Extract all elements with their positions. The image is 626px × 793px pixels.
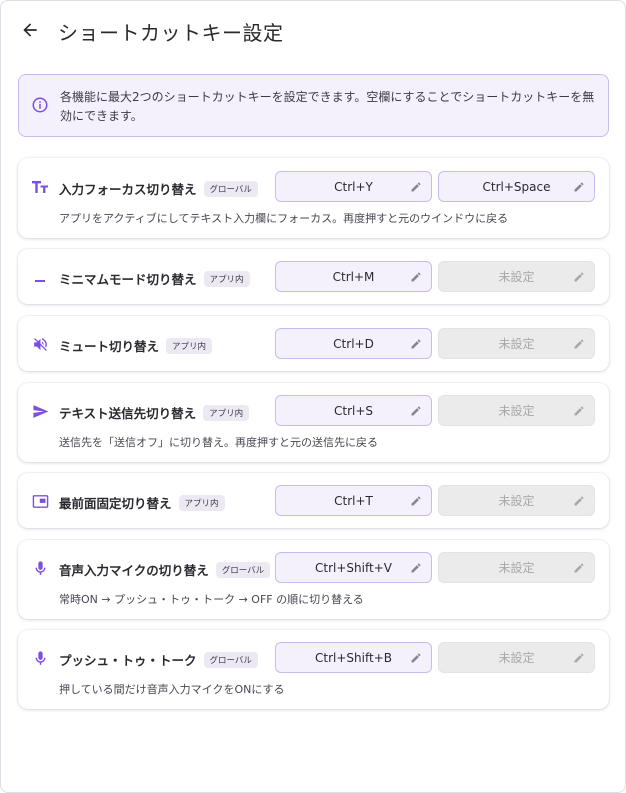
shortcut-key-2-field[interactable]: 未設定 (438, 395, 595, 426)
row-label: 音声入力マイクの切り替え グローバル (59, 560, 271, 579)
row-label: 最前面固定切り替え アプリ内 (59, 493, 225, 512)
info-text: 各機能に最大2つのショートカットキーを設定できます。空欄にすることでショートカッ… (60, 90, 595, 123)
row-label-text: テキスト送信先切り替え (59, 406, 197, 421)
pencil-icon[interactable] (573, 562, 585, 574)
shortcut-key-text: 未設定 (498, 494, 535, 508)
shortcut-row-mute: ミュート切り替え アプリ内 Ctrl+D 未設定 (18, 316, 609, 371)
scope-badge: グローバル (215, 562, 271, 578)
row-label-text: ミニマムモード切り替え (59, 272, 197, 287)
shortcut-key-text: 未設定 (498, 651, 535, 665)
pencil-icon[interactable] (410, 181, 422, 193)
volume-off-icon (30, 334, 50, 354)
shortcut-key-text: 未設定 (498, 404, 535, 418)
pencil-icon[interactable] (410, 652, 422, 664)
shortcut-key-2-field[interactable]: 未設定 (438, 642, 595, 673)
row-description: 常時ON → プッシュ・トゥ・トーク → OFF の順に切り替える (59, 593, 364, 606)
scope-badge: アプリ内 (166, 338, 213, 354)
shortcut-key-text: Ctrl+D (333, 336, 374, 351)
shortcut-key-text: 未設定 (498, 337, 535, 351)
pencil-icon[interactable] (573, 338, 585, 350)
pencil-icon[interactable] (410, 495, 422, 507)
shortcut-key-2-field[interactable]: Ctrl+Space (438, 171, 595, 202)
shortcut-key-text: Ctrl+Shift+V (315, 560, 392, 575)
page-title: ショートカットキー設定 (58, 21, 284, 45)
row-label-text: プッシュ・トゥ・トーク (59, 653, 197, 668)
pencil-icon[interactable] (410, 338, 422, 350)
shortcut-key-2-field[interactable]: 未設定 (438, 485, 595, 516)
shortcut-key-1-field[interactable]: Ctrl+S (275, 395, 432, 426)
microphone-icon (30, 558, 50, 578)
pencil-icon[interactable] (573, 652, 585, 664)
text-size-icon (30, 177, 50, 197)
shortcut-row-push-to-talk: プッシュ・トゥ・トーク グローバル Ctrl+Shift+B 未設定 押している間… (18, 630, 609, 709)
pencil-icon[interactable] (573, 405, 585, 417)
row-label-text: 最前面固定切り替え (59, 496, 172, 511)
scope-badge: アプリ内 (203, 271, 250, 287)
row-label: テキスト送信先切り替え アプリ内 (59, 403, 250, 422)
row-label-text: 入力フォーカス切り替え (59, 182, 197, 197)
pencil-icon[interactable] (410, 405, 422, 417)
shortcut-key-2-field[interactable]: 未設定 (438, 552, 595, 583)
shortcut-key-text: Ctrl+Y (334, 179, 373, 194)
shortcut-key-2-field[interactable]: 未設定 (438, 261, 595, 292)
info-banner: 各機能に最大2つのショートカットキーを設定できます。空欄にすることでショートカッ… (18, 74, 609, 137)
pencil-icon[interactable] (410, 562, 422, 574)
row-label-text: 音声入力マイクの切り替え (59, 563, 209, 578)
shortcut-key-1-field[interactable]: Ctrl+T (275, 485, 432, 516)
shortcut-key-1-field[interactable]: Ctrl+Y (275, 171, 432, 202)
shortcut-key-1-field[interactable]: Ctrl+D (275, 328, 432, 359)
shortcut-key-text: Ctrl+S (333, 403, 374, 418)
arrow-left-icon (23, 23, 37, 37)
scope-badge: グローバル (203, 181, 258, 197)
shortcut-row-always-on-top: 最前面固定切り替え アプリ内 Ctrl+T 未設定 (18, 473, 609, 528)
info-icon (32, 97, 48, 113)
shortcut-key-text: Ctrl+M (332, 269, 375, 284)
pencil-icon[interactable] (573, 495, 585, 507)
row-label: プッシュ・トゥ・トーク グローバル (59, 650, 258, 669)
shortcut-key-2-field[interactable]: 未設定 (438, 328, 595, 359)
shortcut-key-text: Ctrl+Space (482, 179, 551, 194)
scope-badge: アプリ内 (203, 405, 250, 421)
send-icon (30, 401, 50, 421)
pencil-icon[interactable] (410, 271, 422, 283)
row-description: 押している間だけ音声入力マイクをONにする (59, 683, 285, 696)
row-label: ミニマムモード切り替え アプリ内 (59, 269, 250, 288)
shortcut-key-1-field[interactable]: Ctrl+Shift+V (275, 552, 432, 583)
shortcut-key-1-field[interactable]: Ctrl+M (275, 261, 432, 292)
shortcut-row-mic-toggle: 音声入力マイクの切り替え グローバル Ctrl+Shift+V 未設定 常時ON … (18, 540, 609, 619)
row-label: 入力フォーカス切り替え グローバル (59, 179, 258, 198)
row-description: 送信先を「送信オフ」に切り替え。再度押すと元の送信先に戻る (59, 436, 378, 449)
shortcut-key-text: Ctrl+T (334, 493, 373, 508)
pencil-icon[interactable] (573, 181, 585, 193)
row-description: アプリをアクティブにしてテキスト入力欄にフォーカス。再度押すと元のウインドウに戻… (59, 212, 509, 225)
shortcut-row-input-focus: 入力フォーカス切り替え グローバル Ctrl+Y Ctrl+Space アプリをア… (18, 158, 609, 238)
shortcut-row-minimum-mode: ミニマムモード切り替え アプリ内 Ctrl+M 未設定 (18, 249, 609, 304)
shortcut-row-text-destination: テキスト送信先切り替え アプリ内 Ctrl+S 未設定 送信先を「送信オフ」に切り… (18, 383, 609, 462)
microphone-icon (30, 648, 50, 668)
shortcut-key-text: Ctrl+Shift+B (315, 650, 392, 665)
shortcut-key-1-field[interactable]: Ctrl+Shift+B (275, 642, 432, 673)
minimize-icon (30, 267, 50, 287)
row-label-text: ミュート切り替え (59, 339, 160, 354)
header: ショートカットキー設定 (1, 1, 625, 59)
picture-in-picture-icon (30, 491, 50, 511)
back-button[interactable] (15, 15, 45, 45)
shortcut-key-text: 未設定 (498, 270, 535, 284)
shortcut-key-text: 未設定 (498, 561, 535, 575)
scope-badge: アプリ内 (178, 495, 225, 511)
row-label: ミュート切り替え アプリ内 (59, 336, 213, 355)
pencil-icon[interactable] (573, 271, 585, 283)
scope-badge: グローバル (203, 652, 258, 668)
